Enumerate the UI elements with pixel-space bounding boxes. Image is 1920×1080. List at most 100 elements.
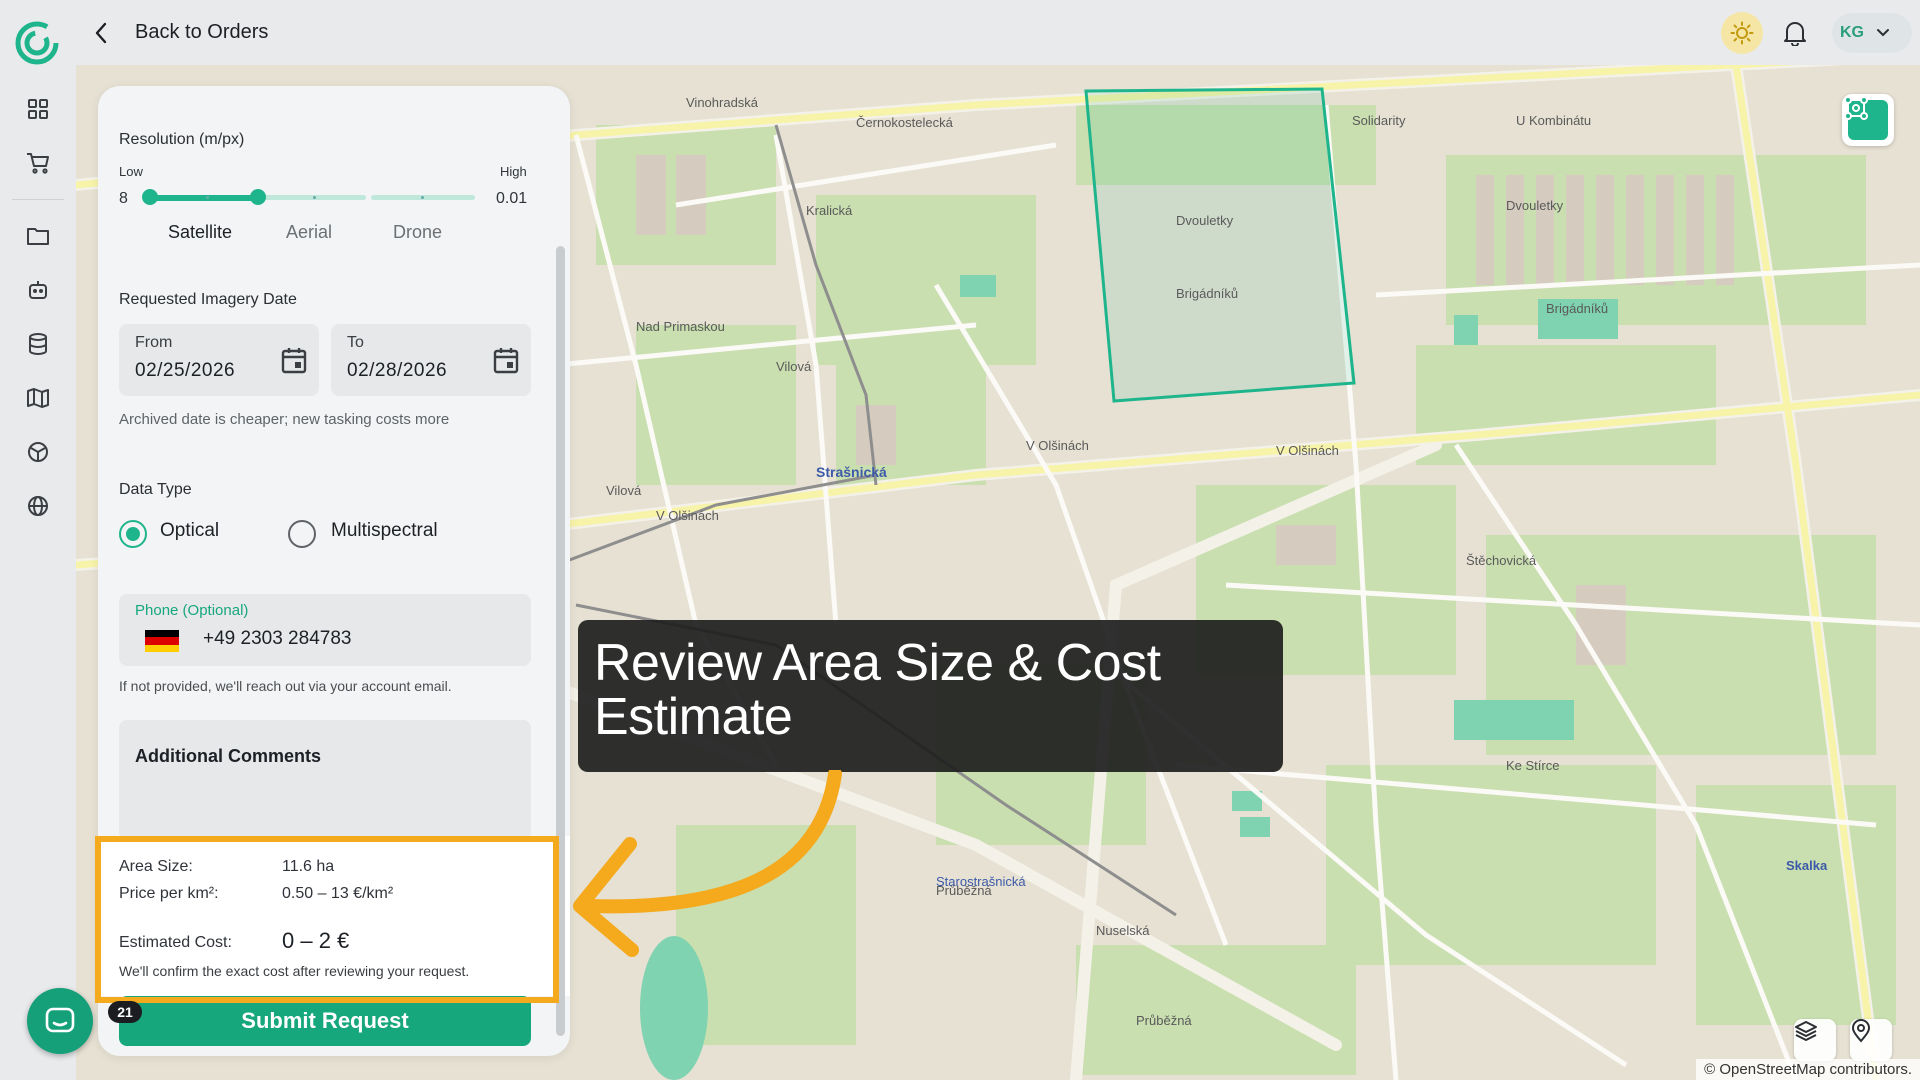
sun-icon [1730,21,1754,45]
slider-tick [313,196,316,199]
map-label: V Olšinách [1276,443,1339,458]
map-label: V Olšinách [656,508,719,523]
map-label: Strašnická [816,464,887,480]
folder-icon [27,228,49,245]
resolution-slider-max-handle[interactable] [250,189,266,205]
nav-robot[interactable] [24,276,52,304]
location-pin-icon [1851,1019,1871,1043]
map-label: Dvouletky [1176,213,1234,228]
date-from-label: From [135,334,173,351]
data-type-title: Data Type [119,481,192,498]
map-label: Starostrašnická [936,874,1026,889]
tutorial-arrow-icon [573,770,842,957]
date-from-value: 02/25/2026 [135,360,236,381]
side-nav [0,65,76,1080]
date-to-field[interactable]: To 02/28/2026 [331,324,531,396]
map-label: V Olšinách [1026,438,1089,453]
chat-unread-badge: 21 [108,1001,142,1023]
map-label: Vinohradská [686,95,759,110]
nav-database[interactable] [24,330,52,358]
map-label: Vilová [606,483,642,498]
resolution-min-value: 8 [119,190,128,207]
tutorial-callout-text: Review Area Size & Cost Estimate [594,634,1161,746]
network-globe-icon [28,442,48,462]
map-label: Brigádníků [1176,286,1238,301]
nav-folder[interactable] [24,222,52,250]
map-label: Solidarity [1352,113,1406,128]
phone-label: Phone (Optional) [135,602,249,619]
chevron-left-icon [95,22,107,44]
data-type-multispectral-label[interactable]: Multispectral [331,520,438,542]
tutorial-callout: Review Area Size & Cost Estimate [578,620,1283,772]
germany-flag-icon[interactable] [145,630,179,652]
phone-hint: If not provided, we'll reach out via you… [119,678,452,694]
map-label: Nuselská [1096,923,1150,938]
date-to-value: 02/28/2026 [347,360,448,381]
resolution-low-label: Low [119,164,143,179]
source-aerial[interactable]: Aerial [286,222,332,243]
locate-button[interactable] [1850,1019,1892,1061]
nav-globe-grid[interactable] [24,438,52,466]
dashboard-icon [28,99,48,119]
polygon-icon [1844,96,1868,120]
notifications-button[interactable] [1775,13,1815,53]
user-menu-button[interactable]: KG [1832,13,1912,53]
chat-widget-button[interactable] [27,988,93,1054]
nav-orders[interactable] [24,149,52,177]
map-icon [27,388,49,408]
cart-icon [27,153,49,174]
additional-comments-label: Additional Comments [135,746,322,766]
map-label: Kralická [806,203,853,218]
map-label: Štěchovická [1466,553,1537,568]
date-from-field[interactable]: From 02/25/2026 [119,324,319,396]
robot-icon [29,281,47,299]
app-logo[interactable] [14,20,60,66]
draw-polygon-button[interactable] [1842,94,1894,146]
database-icon [29,333,47,355]
calendar-icon[interactable] [281,346,307,374]
map-label: Nad Primaskou [636,319,725,334]
data-type-multispectral-radio[interactable] [288,520,316,548]
map-label: Vilová [776,359,812,374]
back-button[interactable] [88,18,114,48]
resolution-slider-min-handle[interactable] [142,189,158,205]
draw-polygon-tool [1844,96,1888,140]
map-label: Skalka [1786,858,1828,873]
resolution-high-label: High [500,164,527,179]
data-type-optical-label[interactable]: Optical [160,520,219,542]
nav-globe[interactable] [24,492,52,520]
layers-button[interactable] [1794,1019,1836,1061]
data-type-optical-radio[interactable] [119,520,147,548]
back-to-orders-link[interactable]: Back to Orders [135,21,268,44]
slider-tick [206,196,209,199]
cost-highlight-box [95,836,559,1003]
globe-icon [28,496,48,516]
user-avatar: KG [1840,24,1864,41]
phone-field[interactable]: Phone (Optional) +49 2303 284783 [119,594,531,666]
imagery-date-hint: Archived date is cheaper; new tasking co… [119,411,450,428]
calendar-icon[interactable] [493,346,519,374]
additional-comments-field[interactable]: Additional Comments [119,720,531,840]
date-to-label: To [347,334,364,351]
chat-icon [45,1007,75,1033]
bell-icon [1784,22,1806,46]
resolution-max-value: 0.01 [496,190,528,207]
imagery-date-title: Requested Imagery Date [119,291,297,308]
submit-request-button[interactable]: Submit Request [119,996,531,1046]
top-bar: Back to Orders KG [0,0,1920,65]
theme-toggle-button[interactable] [1721,12,1763,54]
layers-icon [1795,1021,1817,1041]
map-label: Brigádníků [1546,301,1608,316]
map-label: Ke Stírce [1506,758,1559,773]
source-satellite[interactable]: Satellite [168,222,232,243]
nav-divider [12,199,64,200]
source-drone[interactable]: Drone [393,222,442,243]
nav-map[interactable] [24,384,52,412]
nav-dashboard[interactable] [24,95,52,123]
map-attribution[interactable]: © OpenStreetMap contributors. [1696,1059,1920,1080]
resolution-title: Resolution (m/px) [119,131,245,148]
map-label: Průběžná [1136,1013,1192,1028]
resolution-slider-fill [150,195,258,201]
map-label: Černokostelecká [856,115,954,130]
chevron-down-icon [1877,29,1889,37]
